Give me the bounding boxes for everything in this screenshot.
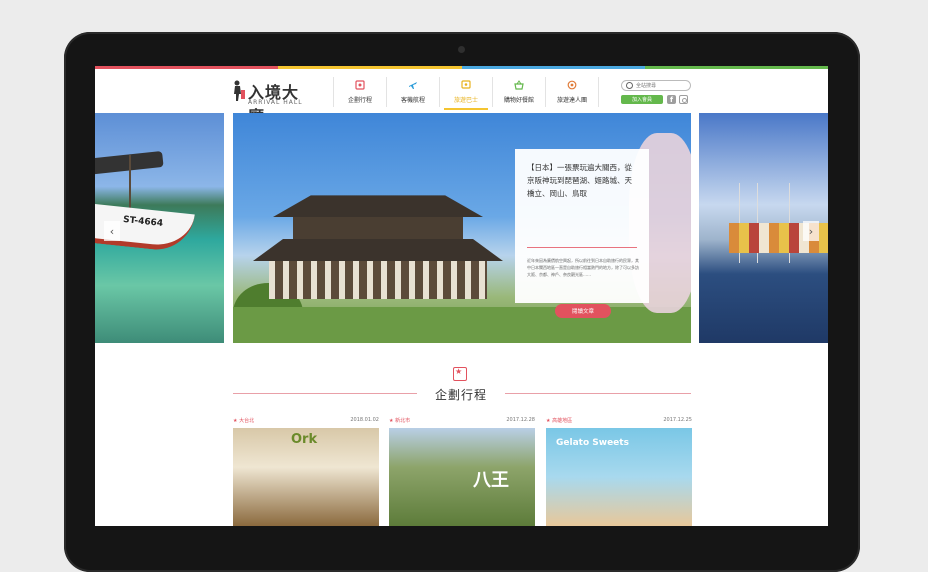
temple-lower-roof [253, 239, 503, 261]
site-header: 入境大廳 ARRIVAL HALL 企劃行程 客機航程 [95, 69, 828, 126]
search-icon[interactable] [626, 82, 633, 89]
nav-item-itinerary[interactable]: 企劃行程 [333, 77, 386, 107]
article-thumbnail[interactable]: Gelato Sweets [546, 428, 692, 526]
hero-carousel: ST-4664 【日本】一張票玩遍大關西，從京阪神玩到琵琶湖、姬路城、天橋立、岡… [95, 113, 828, 343]
thumbnail-text: Ork [291, 432, 318, 447]
join-member-button[interactable]: 加入會員 [621, 95, 663, 104]
temple-upper-roof [273, 195, 483, 217]
slide-main-temple-photo[interactable]: 【日本】一張票玩遍大關西，從京阪神玩到琵琶湖、姬路城、天橋立、岡山、鳥取 近年來… [233, 113, 691, 343]
card-meta: ★ 高雄地區 2017.12.25 [546, 416, 692, 426]
plane-icon [409, 82, 417, 89]
nav-item-shopping[interactable]: 購物好餐館 [492, 77, 545, 107]
carousel-next-arrow-icon[interactable]: › [803, 221, 819, 241]
nav-label: 企劃行程 [347, 97, 372, 104]
card-tag[interactable]: ★ 大台北 [233, 417, 254, 424]
card-date: 2017.12.28 [506, 417, 535, 423]
nav-label: 客機航程 [400, 97, 425, 104]
hero-description: 近年來因為廉價航空興起，所以前往到日本自助旅行的民眾，其中日本關西地區一直是自助… [527, 258, 639, 277]
section-divider-right [505, 393, 691, 394]
article-card[interactable]: ★ 大台北 2018.01.02 Ork [233, 416, 379, 526]
nav-label: 旅遊達人團 [556, 97, 587, 104]
main-nav: 企劃行程 客機航程 旅遊巴士 購物好餐館 旅遊達人團 [333, 77, 599, 110]
card-date: 2017.12.25 [663, 417, 692, 423]
article-card[interactable]: ★ 高雄地區 2017.12.25 Gelato Sweets [546, 416, 692, 526]
search-box [621, 80, 691, 91]
temple-lower-body [269, 261, 487, 299]
section-star-icon [453, 367, 467, 381]
nav-label: 購物好餐館 [503, 97, 534, 104]
webcam [458, 46, 465, 53]
card-divider [527, 247, 637, 248]
search-input[interactable] [633, 81, 688, 90]
facebook-icon[interactable]: f [667, 95, 676, 104]
section-divider-left [233, 393, 417, 394]
thumbnail-text: 八王 [473, 470, 509, 491]
nav-item-bus[interactable]: 旅遊巴士 [439, 77, 492, 110]
badge-icon [567, 80, 577, 90]
bus-icon [461, 80, 471, 89]
logo-english: ARRIVAL HALL [248, 99, 303, 106]
nav-item-experts[interactable]: 旅遊達人團 [545, 77, 599, 107]
article-card[interactable]: ★ 新北市 2017.12.28 八王 [389, 416, 535, 526]
carousel-prev-arrow-icon[interactable]: ‹ [104, 221, 120, 241]
lawn [233, 307, 691, 343]
card-meta: ★ 新北市 2017.12.28 [389, 416, 535, 426]
boat-pole [129, 155, 131, 215]
instagram-icon[interactable] [679, 95, 688, 104]
website-screen: 入境大廳 ARRIVAL HALL 企劃行程 客機航程 [95, 66, 828, 526]
basket-icon [514, 80, 524, 90]
card-meta: ★ 大台北 2018.01.02 [233, 416, 379, 426]
hero-info-card: 【日本】一張票玩遍大關西，從京阪神玩到琵琶湖、姬路城、天橋立、岡山、鳥取 近年來… [515, 149, 649, 318]
traveler-figure-icon [234, 80, 245, 101]
card-date: 2018.01.02 [350, 417, 379, 423]
card-tag[interactable]: ★ 新北市 [389, 417, 410, 424]
article-thumbnail[interactable]: 八王 [389, 428, 535, 526]
itinerary-icon [355, 80, 365, 90]
site-logo[interactable]: 入境大廳 ARRIVAL HALL [231, 78, 315, 126]
hero-title: 【日本】一張票玩遍大關西，從京阪神玩到琵琶湖、姬路城、天橋立、岡山、鳥取 [527, 163, 632, 198]
article-thumbnail[interactable]: Ork [233, 428, 379, 526]
temple-upper-body [293, 217, 463, 239]
section-title: 企劃行程 [434, 388, 487, 402]
read-article-button[interactable]: 閱讀文章 [555, 304, 611, 318]
card-tag[interactable]: ★ 高雄地區 [546, 417, 572, 424]
nav-item-flights[interactable]: 客機航程 [386, 77, 439, 107]
thumbnail-text: Gelato Sweets [556, 438, 629, 448]
nav-label: 旅遊巴士 [453, 97, 478, 104]
